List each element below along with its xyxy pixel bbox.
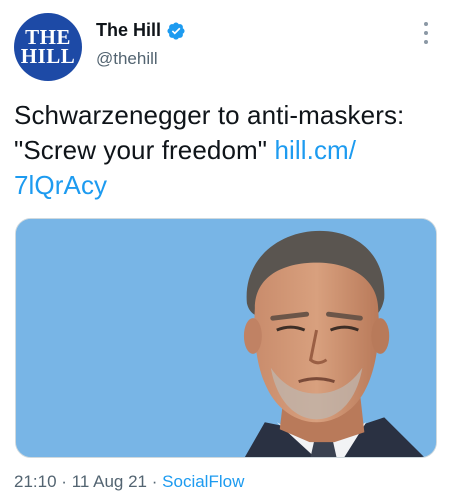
meta-separator-1: · bbox=[61, 472, 67, 491]
name-row: The Hill bbox=[96, 20, 186, 41]
tweet-card[interactable]: THE HILL The Hill @thehill Schwarzenegge… bbox=[0, 0, 450, 500]
tweet-photo[interactable] bbox=[15, 218, 437, 458]
portrait-illustration bbox=[16, 219, 436, 457]
avatar-line-2: HILL bbox=[20, 44, 76, 68]
tweet-time[interactable]: 21:10 bbox=[14, 472, 57, 491]
author-block: The Hill @thehill bbox=[96, 20, 186, 69]
handle[interactable]: @thehill bbox=[96, 49, 186, 69]
avatar[interactable]: THE HILL bbox=[14, 13, 82, 81]
display-name[interactable]: The Hill bbox=[96, 20, 161, 41]
tweet-source[interactable]: SocialFlow bbox=[162, 472, 244, 491]
tweet-text: Schwarzenegger to anti-maskers: "Screw y… bbox=[14, 98, 439, 203]
tweet-meta: 21:10 · 11 Aug 21 · SocialFlow bbox=[14, 472, 244, 492]
verified-badge-icon bbox=[166, 21, 186, 41]
more-options-icon[interactable] bbox=[422, 22, 430, 44]
tweet-date[interactable]: 11 Aug 21 bbox=[72, 472, 147, 491]
meta-separator-2: · bbox=[151, 472, 158, 491]
